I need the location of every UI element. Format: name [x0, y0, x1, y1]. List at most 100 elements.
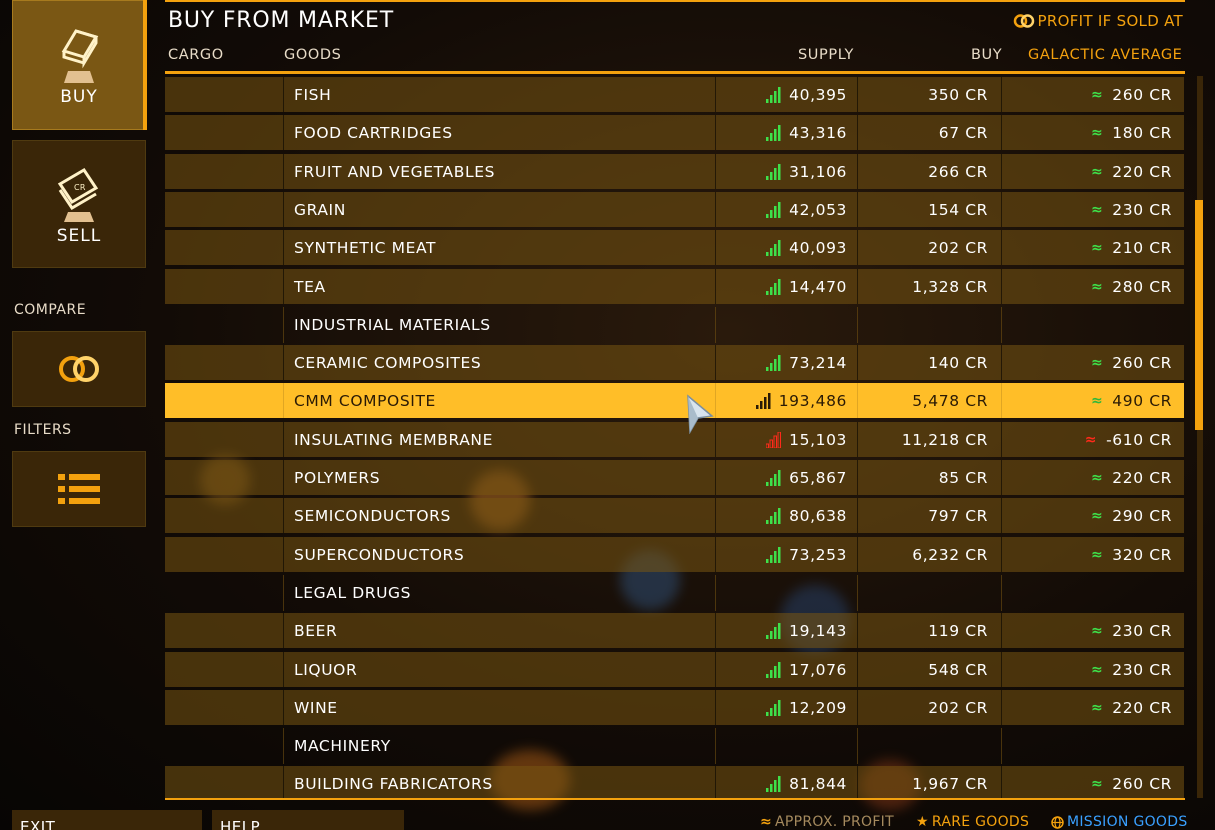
scrollbar-track[interactable] — [1197, 76, 1203, 798]
cargo-cell — [165, 460, 283, 495]
approx-icon: ≈ — [1084, 431, 1098, 448]
goods-cell: FRUIT AND VEGETABLES — [283, 154, 715, 189]
goods-cell: FISH — [283, 77, 715, 112]
table-row[interactable]: FRUIT AND VEGETABLES 31,106 266 CR ≈220 CR — [165, 154, 1184, 189]
table-row[interactable]: SUPERCONDUCTORS 73,253 6,232 CR ≈320 CR — [165, 537, 1184, 572]
profit-value: 320 CR — [1112, 545, 1172, 564]
supply-value: 15,103 — [789, 430, 847, 449]
table-row[interactable]: SEMICONDUCTORS 80,638 797 CR ≈290 CR — [165, 498, 1184, 533]
signal-bars-icon — [766, 546, 781, 563]
cargo-cell — [165, 613, 283, 648]
signal-bars-icon — [766, 699, 781, 716]
galactic-average-cell: ≈230 CR — [1001, 613, 1184, 648]
cargo-cell — [165, 383, 283, 418]
cargo-cell — [165, 652, 283, 687]
supply-value: 65,867 — [789, 468, 847, 487]
column-header-galactic-average[interactable]: GALACTIC AVERAGE — [1028, 47, 1182, 63]
table-row-selected[interactable]: CMM COMPOSITE 193,486 5,478 CR ≈490 CR — [165, 383, 1184, 418]
column-header-supply[interactable]: SUPPLY — [798, 47, 854, 63]
table-row[interactable]: GRAIN 42,053 154 CR ≈230 CR — [165, 192, 1184, 227]
column-header-cargo[interactable]: CARGO — [168, 47, 224, 63]
page-title: BUY FROM MARKET — [168, 8, 394, 33]
table-row[interactable]: LIQUOR 17,076 548 CR ≈230 CR — [165, 652, 1184, 687]
supply-value: 12,209 — [789, 698, 847, 717]
supply-cell: 14,470 — [715, 269, 857, 304]
globe-icon — [1051, 815, 1064, 829]
cargo-cell — [165, 537, 283, 572]
sell-button[interactable]: CR SELL — [12, 140, 146, 268]
profit-value: 280 CR — [1112, 277, 1172, 296]
signal-bars-icon — [766, 469, 781, 486]
goods-name: TEA — [294, 277, 326, 296]
rings-icon — [59, 356, 99, 382]
cargo-cell — [165, 230, 283, 265]
supply-value: 193,486 — [778, 391, 847, 410]
supply-value: 81,844 — [789, 774, 847, 793]
galactic-average-cell: ≈230 CR — [1001, 192, 1184, 227]
supply-value: 80,638 — [789, 506, 847, 525]
goods-cell: LEGAL DRUGS — [283, 575, 715, 611]
filters-heading: FILTERS — [14, 422, 72, 438]
signal-bars-icon — [766, 124, 781, 141]
supply-cell: 31,106 — [715, 154, 857, 189]
table-row[interactable]: BEER 19,143 119 CR ≈230 CR — [165, 613, 1184, 648]
buy-cell — [857, 575, 1001, 611]
compare-heading: COMPARE — [14, 302, 87, 318]
buy-cell: 85 CR — [857, 460, 1001, 495]
signal-bars-icon — [766, 86, 781, 103]
goods-name: FRUIT AND VEGETABLES — [294, 162, 496, 181]
profit-value: -610 CR — [1106, 430, 1172, 449]
supply-cell: 80,638 — [715, 498, 857, 533]
table-row[interactable]: FISH 40,395 350 CR ≈260 CR — [165, 77, 1184, 112]
table-row[interactable]: CERAMIC COMPOSITES 73,214 140 CR ≈260 CR — [165, 345, 1184, 380]
buy-button[interactable]: BUY — [12, 0, 146, 130]
supply-value: 40,093 — [789, 238, 847, 257]
goods-cell: TEA — [283, 269, 715, 304]
table-row[interactable]: POLYMERS 65,867 85 CR ≈220 CR — [165, 460, 1184, 495]
supply-value: 31,106 — [789, 162, 847, 181]
buy-price: 5,478 CR — [912, 391, 988, 410]
buy-price: 548 CR — [928, 660, 988, 679]
column-header-goods[interactable]: GOODS — [284, 47, 341, 63]
goods-name: LIQUOR — [294, 660, 358, 679]
category-row: INDUSTRIAL MATERIALS — [165, 307, 1184, 343]
buy-cell: 119 CR — [857, 613, 1001, 648]
goods-name: FISH — [294, 85, 332, 104]
goods-cell: GRAIN — [283, 192, 715, 227]
table-row[interactable]: FOOD CARTRIDGES 43,316 67 CR ≈180 CR — [165, 115, 1184, 150]
buy-price: 119 CR — [928, 621, 988, 640]
approx-icon: ≈ — [1090, 124, 1104, 141]
compare-button[interactable] — [12, 331, 146, 407]
column-header-buy[interactable]: BUY — [971, 47, 1002, 63]
goods-name: FOOD CARTRIDGES — [294, 123, 453, 142]
buy-cell: 1,328 CR — [857, 269, 1001, 304]
table-row[interactable]: WINE 12,209 202 CR ≈220 CR — [165, 690, 1184, 725]
buy-cell — [857, 307, 1001, 343]
exit-button[interactable]: EXIT — [12, 810, 202, 830]
table-row[interactable]: SYNTHETIC MEAT 40,093 202 CR ≈210 CR — [165, 230, 1184, 265]
supply-cell: 40,395 — [715, 77, 857, 112]
approx-icon: ≈ — [760, 814, 773, 830]
goods-cell: INSULATING MEMBRANE — [283, 422, 715, 457]
profit-value: 230 CR — [1112, 660, 1172, 679]
table-row[interactable]: TEA 14,470 1,328 CR ≈280 CR — [165, 269, 1184, 304]
sell-label: SELL — [56, 226, 102, 246]
filters-button[interactable] — [12, 451, 146, 527]
goods-cell: BEER — [283, 613, 715, 648]
buy-cell: 1,967 CR — [857, 766, 1001, 798]
galactic-average-cell: ≈320 CR — [1001, 537, 1184, 572]
market-table: FISH 40,395 350 CR ≈260 CR FOOD CARTRIDGES 43… — [165, 74, 1185, 798]
galactic-average-cell: ≈180 CR — [1001, 115, 1184, 150]
approx-icon: ≈ — [1090, 661, 1104, 678]
table-row[interactable]: BUILDING FABRICATORS 81,844 1,967 CR ≈260 C… — [165, 766, 1184, 798]
table-row[interactable]: INSULATING MEMBRANE 15,103 11,218 CR ≈ -610 … — [165, 422, 1184, 457]
goods-name: CMM COMPOSITE — [294, 391, 436, 410]
supply-value: 19,143 — [789, 621, 847, 640]
buy-label: BUY — [60, 87, 98, 107]
signal-bars-icon — [766, 507, 781, 524]
scrollbar-thumb[interactable] — [1195, 200, 1203, 430]
supply-cell: 40,093 — [715, 230, 857, 265]
approx-icon: ≈ — [1090, 86, 1104, 103]
buy-price: 67 CR — [938, 123, 988, 142]
help-button[interactable]: HELP — [212, 810, 404, 830]
